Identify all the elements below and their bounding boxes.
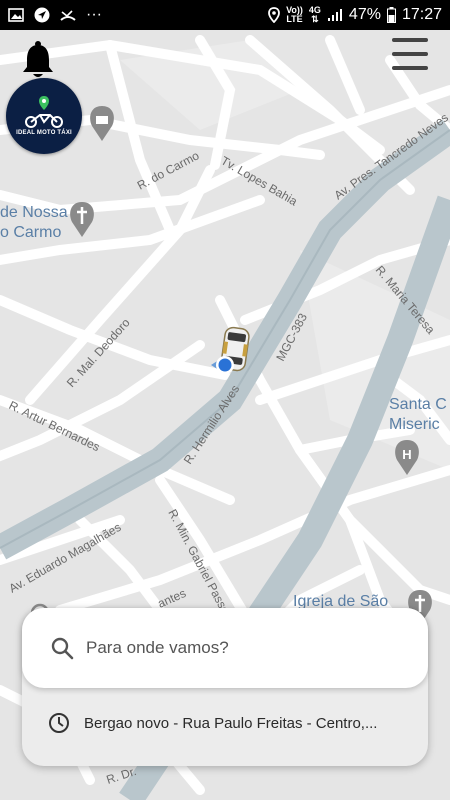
svg-text:H: H — [402, 447, 411, 462]
hamburger-menu-icon[interactable] — [392, 38, 428, 70]
navigation-icon — [34, 7, 50, 23]
poi-label: o Carmo — [0, 224, 61, 241]
search-placeholder: Para onde vamos? — [86, 638, 229, 657]
volte-indicator: Vo)) LTE — [286, 5, 303, 24]
search-input[interactable]: Para onde vamos? — [22, 608, 428, 688]
network-indicator: 4G ⇅ — [308, 5, 321, 24]
motorcycle-icon — [25, 114, 63, 128]
logo-text: IDEAL MOTO TÁXI — [16, 130, 72, 136]
more-dots-icon: ··· — [86, 6, 102, 23]
recent-address: Bergao novo - Rua Paulo Freitas - Centro… — [84, 714, 378, 732]
poi-label: Miseric — [389, 416, 440, 433]
missed-call-icon — [60, 10, 76, 21]
poi-label: Santa C — [389, 396, 447, 413]
search-icon — [51, 637, 74, 660]
destination-card: Para onde vamos? Bergao novo - Rua Paulo… — [22, 608, 428, 766]
battery-icon — [386, 7, 396, 23]
location-pin-icon — [39, 96, 49, 110]
bell-icon[interactable] — [20, 40, 56, 80]
location-pin-icon — [268, 7, 280, 23]
signal-icon — [327, 9, 342, 21]
app-logo[interactable]: IDEAL MOTO TÁXI — [6, 78, 82, 154]
image-icon — [8, 8, 24, 22]
poi-label: de Nossa — [0, 204, 68, 221]
clock-time: 17:27 — [401, 6, 442, 23]
recent-destination-item[interactable]: Bergao novo - Rua Paulo Freitas - Centro… — [48, 712, 418, 734]
clock-icon — [49, 713, 69, 733]
battery-percent: 47% — [348, 6, 381, 23]
status-bar: ··· Vo)) LTE 4G ⇅ 47% 17:27 — [0, 0, 450, 30]
